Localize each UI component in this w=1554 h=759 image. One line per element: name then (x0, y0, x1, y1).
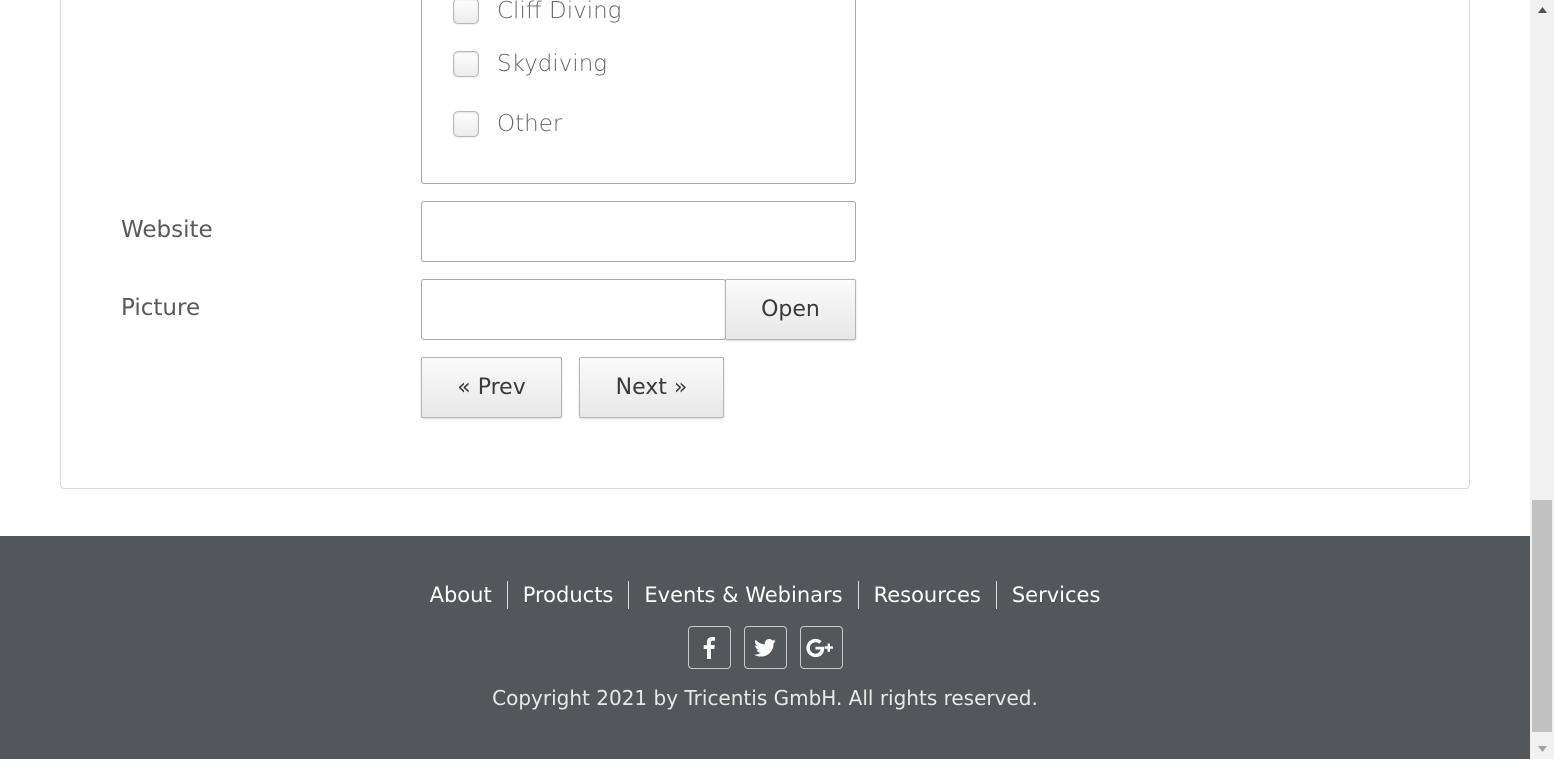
hobby-label: Cliff Diving (497, 0, 622, 24)
scroll-down-arrow-icon[interactable] (1530, 739, 1554, 759)
hobby-label: Other (497, 111, 563, 137)
next-button[interactable]: Next » (579, 357, 724, 418)
google-plus-button[interactable] (799, 626, 843, 669)
checkbox[interactable] (453, 0, 479, 24)
vertical-scrollbar[interactable] (1530, 0, 1554, 759)
footer-nav: About Products Events & Webinars Resourc… (0, 581, 1530, 609)
twitter-icon (754, 638, 776, 657)
twitter-button[interactable] (743, 626, 787, 669)
checkbox[interactable] (453, 111, 479, 137)
facebook-icon (703, 636, 715, 659)
footer-link-products[interactable]: Products (508, 581, 629, 609)
website-label: Website (121, 217, 213, 243)
open-file-button[interactable]: Open (725, 279, 856, 340)
footer-link-about[interactable]: About (415, 581, 507, 609)
facebook-button[interactable] (687, 626, 731, 669)
checkbox[interactable] (453, 51, 479, 77)
footer: About Products Events & Webinars Resourc… (0, 536, 1530, 759)
hobby-option-skydiving[interactable]: Skydiving (453, 49, 607, 79)
footer-link-events-webinars[interactable]: Events & Webinars (629, 581, 857, 609)
scroll-up-arrow-icon[interactable] (1530, 0, 1554, 20)
page: Cliff Diving Skydiving Other Website Pic… (0, 0, 1530, 759)
hobby-option-cliff-diving[interactable]: Cliff Diving (453, 0, 621, 26)
picture-label: Picture (121, 295, 201, 321)
social-links (0, 626, 1530, 669)
hobbies-group: Cliff Diving Skydiving Other (421, 0, 856, 184)
copyright-text: Copyright 2021 by Tricentis GmbH. All ri… (492, 686, 1038, 710)
footer-link-services[interactable]: Services (997, 581, 1116, 609)
google-plus-icon (806, 638, 833, 657)
prev-button[interactable]: « Prev (421, 357, 562, 418)
website-input[interactable] (421, 201, 856, 262)
hobby-label: Skydiving (497, 51, 608, 77)
picture-path-input[interactable] (421, 279, 726, 340)
scrollbar-thumb[interactable] (1532, 500, 1552, 732)
footer-link-resources[interactable]: Resources (859, 581, 996, 609)
hobby-option-other[interactable]: Other (453, 109, 562, 139)
